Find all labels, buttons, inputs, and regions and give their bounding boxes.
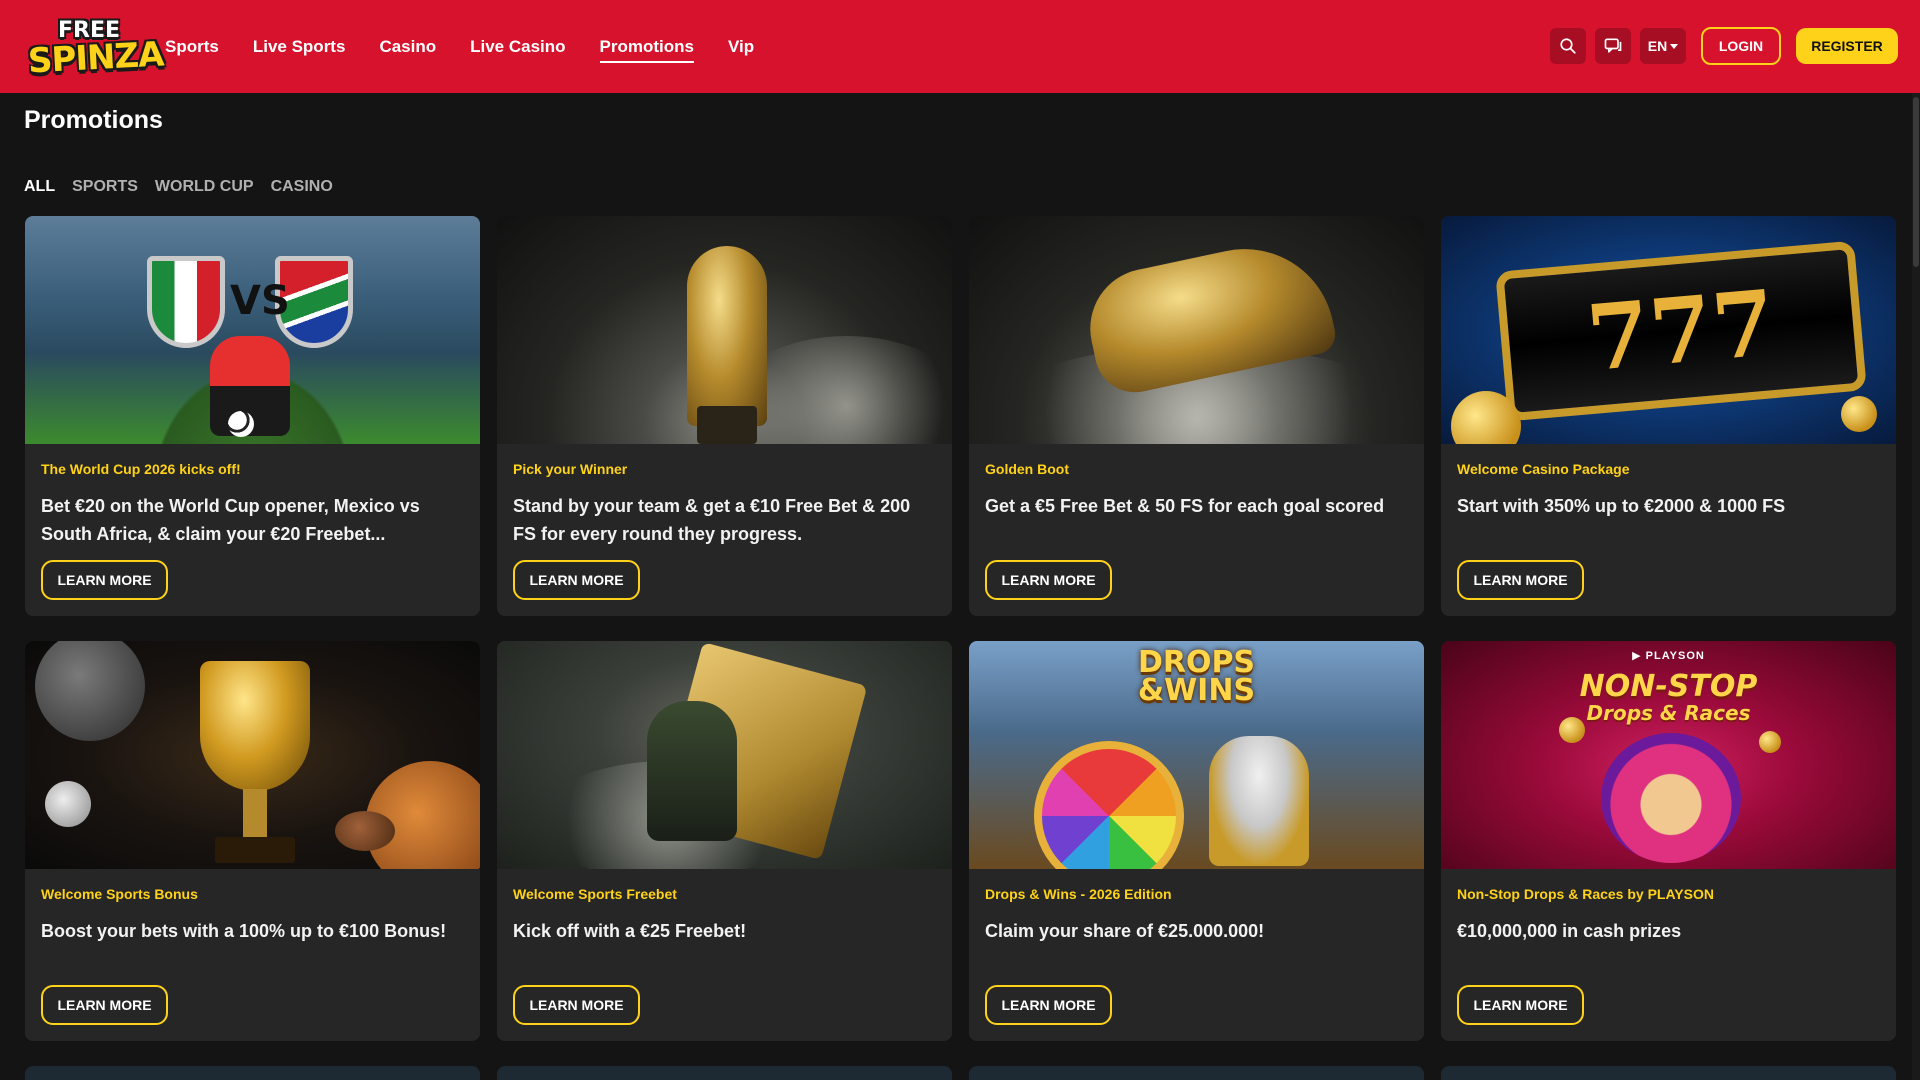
nav-sports[interactable]: Sports — [165, 31, 219, 63]
language-selector[interactable]: EN — [1640, 28, 1686, 64]
zeus-figure — [1209, 736, 1309, 866]
promo-card[interactable]: VS The World Cup 2026 kicks off! Bet €20… — [25, 216, 480, 616]
top-header: FREE SPINZA Sports Live Sports Casino Li… — [0, 0, 1920, 93]
page-title: Promotions — [24, 106, 163, 134]
chevron-down-icon — [1670, 43, 1679, 49]
promo-card[interactable]: Pick your Winner Stand by your team & ge… — [497, 216, 952, 616]
american-football-icon — [335, 811, 395, 851]
page-scrollbar[interactable] — [1912, 93, 1920, 1080]
promo-tag: Golden Boot — [985, 461, 1069, 477]
scrollbar-thumb[interactable] — [1913, 97, 1919, 267]
coin-icon — [1559, 717, 1585, 743]
nav-promotions[interactable]: Promotions — [599, 31, 695, 63]
promo-image-golden-boot — [969, 216, 1424, 444]
logo-text-bottom: SPINZA — [27, 34, 165, 82]
learn-more-button[interactable]: LEARN MORE — [41, 560, 168, 600]
promotions-next-row — [25, 1066, 1896, 1080]
filter-casino[interactable]: CASINO — [271, 178, 333, 196]
search-button[interactable] — [1550, 28, 1586, 64]
promo-description: Get a €5 Free Bet & 50 FS for each goal … — [985, 496, 1385, 516]
register-button[interactable]: REGISTER — [1796, 28, 1898, 64]
chat-icon — [1604, 38, 1622, 53]
player-figure — [647, 701, 737, 841]
promo-card[interactable]: Golden Boot Get a €5 Free Bet & 50 FS fo… — [969, 216, 1424, 616]
nav-vip[interactable]: Vip — [728, 31, 754, 63]
promo-card[interactable]: Welcome Sports Bonus Boost your bets wit… — [25, 641, 480, 1041]
promo-description: Boost your bets with a 100% up to €100 B… — [41, 921, 447, 941]
promo-tag: Welcome Casino Package — [1457, 461, 1630, 477]
promo-tag: Welcome Sports Freebet — [513, 886, 677, 902]
filter-sports[interactable]: SPORTS — [72, 178, 138, 196]
promo-card[interactable]: DROPS &WINS Drops & Wins - 2026 Edition … — [969, 641, 1424, 1041]
non-stop-subtitle: Drops & Races — [1586, 701, 1751, 725]
promotions-grid: VS The World Cup 2026 kicks off! Bet €20… — [25, 216, 1896, 1041]
promo-description: Bet €20 on the World Cup opener, Mexico … — [41, 496, 420, 544]
ball-icon — [45, 781, 91, 827]
slot-reels: 777 — [1495, 240, 1867, 422]
nav-live-casino[interactable]: Live Casino — [470, 31, 565, 63]
filter-all[interactable]: ALL — [24, 178, 55, 196]
promo-card[interactable]: 777 Welcome Casino Package Start with 35… — [1441, 216, 1896, 616]
prize-wheel-icon — [1034, 741, 1184, 869]
search-icon — [1560, 38, 1576, 54]
jester-figure — [1601, 733, 1741, 863]
promo-description: Kick off with a €25 Freebet! — [513, 921, 747, 941]
cup-stem — [243, 789, 267, 839]
promo-tag: Pick your Winner — [513, 461, 628, 477]
nav-live-sports[interactable]: Live Sports — [253, 31, 346, 63]
mexico-shield-icon — [147, 256, 225, 348]
promotion-filters: ALL SPORTS WORLD CUP CASINO — [24, 178, 333, 196]
vs-text: VS — [230, 278, 290, 324]
promo-card-partial[interactable] — [497, 1066, 952, 1080]
learn-more-button[interactable]: LEARN MORE — [985, 985, 1112, 1025]
promo-tag: Welcome Sports Bonus — [41, 886, 198, 902]
promo-card-partial[interactable] — [25, 1066, 480, 1080]
promo-tag: The World Cup 2026 kicks off! — [41, 461, 241, 477]
language-label: EN — [1647, 38, 1668, 54]
promo-image-world-cup-opener: VS — [25, 216, 480, 444]
football-icon — [228, 411, 254, 437]
learn-more-button[interactable]: LEARN MORE — [985, 560, 1112, 600]
promo-image-drops-wins: DROPS &WINS — [969, 641, 1424, 869]
promo-card-partial[interactable] — [1441, 1066, 1896, 1080]
football-icon — [35, 641, 145, 741]
promo-tag: Drops & Wins - 2026 Edition — [985, 886, 1172, 902]
filter-world-cup[interactable]: WORLD CUP — [155, 178, 254, 196]
promo-image-gold-cup — [25, 641, 480, 869]
non-stop-title: NON-STOP — [1579, 669, 1758, 704]
promo-card[interactable]: Welcome Sports Freebet Kick off with a €… — [497, 641, 952, 1041]
coin-icon — [1841, 396, 1877, 432]
promo-image-slot-777: 777 — [1441, 216, 1896, 444]
learn-more-button[interactable]: LEARN MORE — [513, 560, 640, 600]
coin-icon — [1759, 731, 1781, 753]
world-cup-trophy-icon — [687, 246, 767, 426]
gold-cup-icon — [200, 661, 310, 791]
promo-description: Claim your share of €25.000.000! — [985, 921, 1265, 941]
learn-more-button[interactable]: LEARN MORE — [1457, 985, 1584, 1025]
promo-tag: Non-Stop Drops & Races by PLAYSON — [1457, 886, 1714, 902]
learn-more-button[interactable]: LEARN MORE — [513, 985, 640, 1025]
drops-title-line-2: &WINS — [1137, 673, 1256, 708]
main-nav: Sports Live Sports Casino Live Casino Pr… — [165, 0, 754, 93]
chat-button[interactable] — [1595, 28, 1631, 64]
drops-wins-logo: DROPS &WINS — [969, 648, 1424, 708]
nav-casino[interactable]: Casino — [379, 31, 436, 63]
login-button[interactable]: LOGIN — [1701, 27, 1781, 65]
learn-more-button[interactable]: LEARN MORE — [41, 985, 168, 1025]
promo-image-trophy — [497, 216, 952, 444]
promo-image-non-stop: ▶ PLAYSON NON-STOP Drops & Races — [1441, 641, 1896, 869]
header-actions: EN LOGIN REGISTER — [1550, 27, 1898, 65]
promo-description: Start with 350% up to €2000 & 1000 FS — [1457, 496, 1786, 516]
promo-description: €10,000,000 in cash prizes — [1457, 921, 1682, 941]
freespinza-logo[interactable]: FREE SPINZA — [27, 18, 164, 82]
promo-description: Stand by your team & get a €10 Free Bet … — [513, 496, 911, 544]
trophy-base — [697, 406, 757, 444]
promo-card[interactable]: ▶ PLAYSON NON-STOP Drops & Races Non-Sto… — [1441, 641, 1896, 1041]
learn-more-button[interactable]: LEARN MORE — [1457, 560, 1584, 600]
promo-image-footballer-ticket — [497, 641, 952, 869]
cup-base — [215, 837, 295, 863]
promo-card-partial[interactable] — [969, 1066, 1424, 1080]
playson-logo: ▶ PLAYSON — [1632, 650, 1705, 662]
slot-symbols: 777 — [1582, 270, 1780, 392]
